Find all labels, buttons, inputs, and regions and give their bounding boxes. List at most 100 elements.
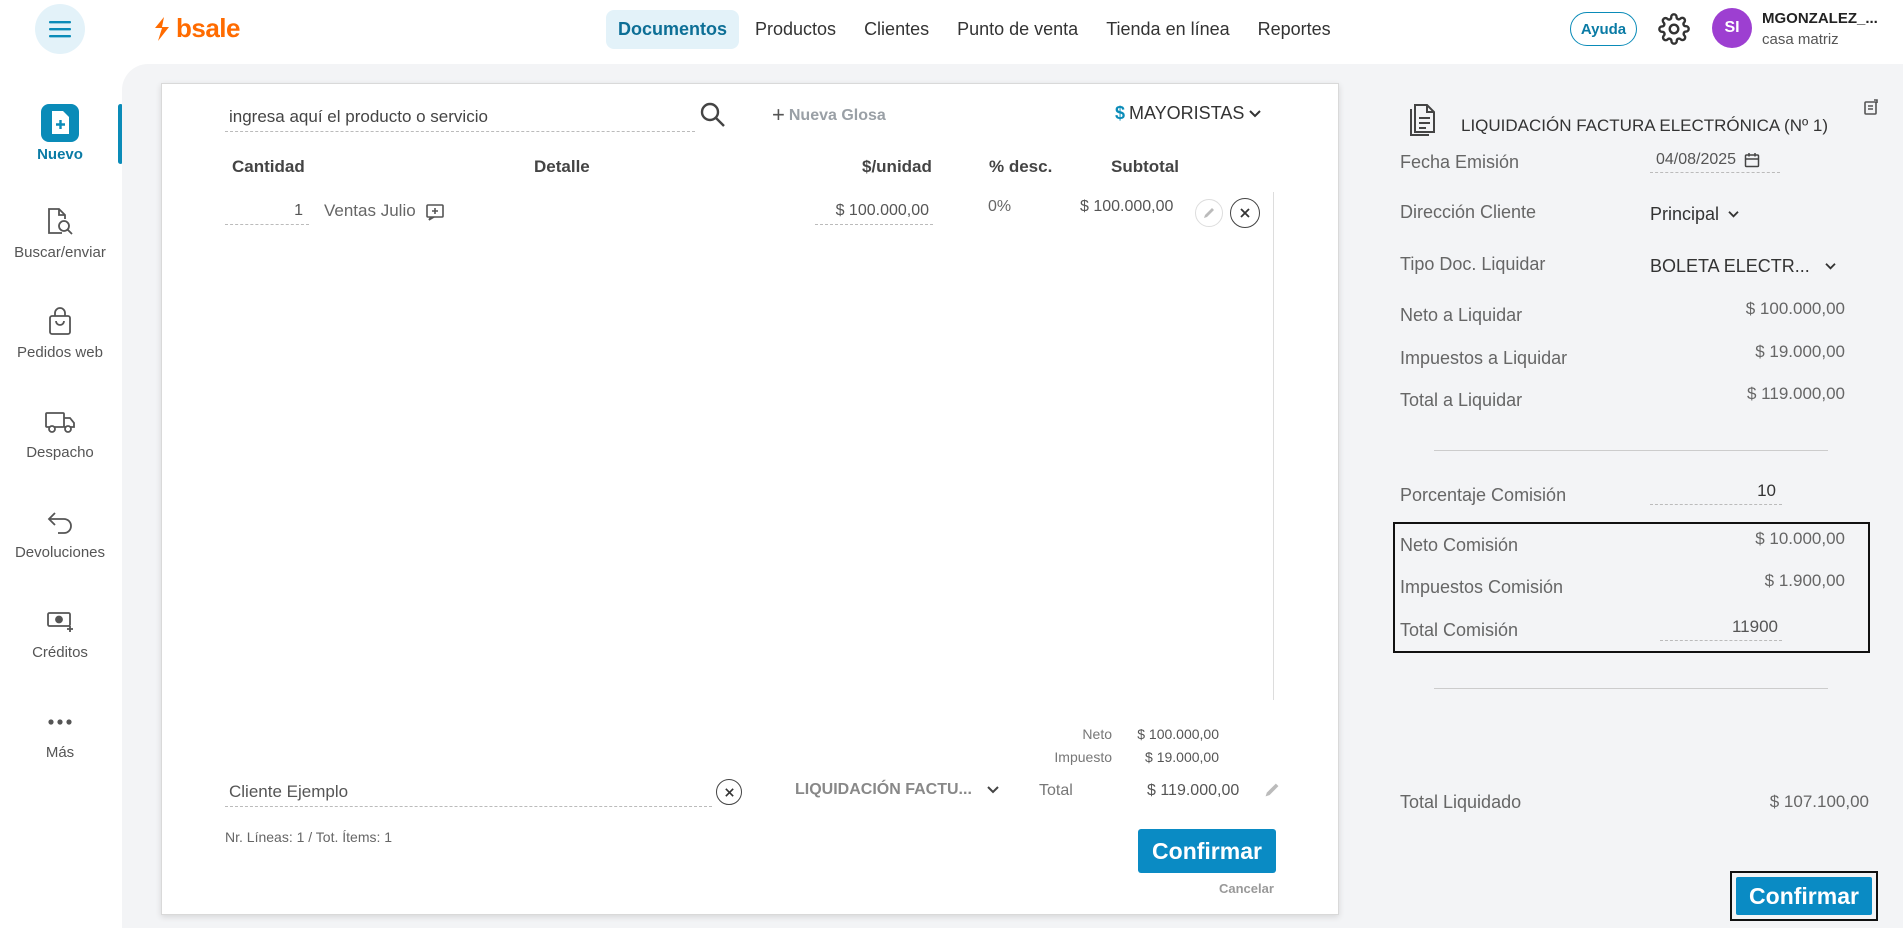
currency-symbol: $ — [1115, 103, 1126, 123]
chevron-down-icon — [1728, 211, 1739, 218]
confirm-liquidation-button[interactable]: Confirmar — [1736, 877, 1872, 915]
edit-line-button[interactable] — [1195, 199, 1223, 227]
bsale-logo-mark-icon — [155, 16, 169, 41]
help-button[interactable]: Ayuda — [1570, 12, 1637, 46]
nav-punto-de-venta[interactable]: Punto de venta — [945, 10, 1090, 49]
product-search-input[interactable] — [225, 102, 695, 132]
document-type-value: LIQUIDACIÓN FACTU... — [795, 781, 972, 798]
total-liquidated-value: $ 107.100,00 — [1769, 792, 1869, 811]
bsale-logo[interactable]: bsale — [152, 13, 241, 44]
user-name[interactable]: MGONZALEZ_... — [1762, 10, 1878, 27]
column-header-qty: Cantidad — [232, 157, 305, 176]
sidebar-item-label: Pedidos web — [17, 344, 103, 361]
net-to-liquidate-label: Neto a Liquidar — [1400, 305, 1523, 325]
new-gloss-label: Nueva Glosa — [788, 107, 886, 124]
sidebar: Nuevo Buscar/enviar Pedidos web Despacho… — [0, 58, 120, 928]
sidebar-item-label: Buscar/enviar — [14, 244, 106, 261]
sidebar-item-despacho[interactable]: Despacho — [0, 404, 120, 461]
emission-date-value: 04/08/2025 — [1656, 151, 1737, 168]
money-icon — [42, 604, 78, 640]
tax-to-liquidate-value: $ 19.000,00 — [1755, 342, 1845, 361]
chevron-down-icon — [1249, 109, 1262, 117]
hamburger-menu-button[interactable] — [35, 4, 85, 54]
divider — [1434, 688, 1828, 689]
truck-icon — [42, 404, 78, 440]
totals-net-label: Neto — [1082, 726, 1112, 742]
cancel-link[interactable]: Cancelar — [1219, 881, 1274, 896]
nav-documentos[interactable]: Documentos — [606, 10, 740, 49]
line-qty-input[interactable] — [225, 197, 309, 225]
price-list-select[interactable]: $ MAYORISTAS — [1115, 103, 1262, 124]
commission-net-value: $ 10.000,00 — [1755, 529, 1845, 548]
totals-tax-value: $ 19.000,00 — [1145, 749, 1219, 765]
more-dots-icon — [42, 704, 78, 740]
client-input[interactable] — [225, 777, 712, 807]
document-type-select[interactable]: LIQUIDACIÓN FACTU... — [795, 781, 1000, 799]
nav-tienda-en-linea[interactable]: Tienda en línea — [1094, 10, 1241, 49]
commission-tax-label: Impuestos Comisión — [1400, 577, 1564, 597]
lines-info: Nr. Líneas: 1 / Tot. Ítems: 1 — [225, 829, 393, 845]
search-document-icon — [42, 204, 78, 240]
top-bar: bsale Documentos Productos Clientes Punt… — [0, 0, 1903, 58]
sidebar-item-nuevo[interactable]: Nuevo — [0, 104, 120, 163]
sidebar-item-label: Despacho — [26, 444, 94, 461]
nav-productos[interactable]: Productos — [743, 10, 848, 49]
emission-date-field[interactable]: 04/08/2025 — [1650, 148, 1780, 173]
document-settings-icon[interactable] — [1862, 98, 1880, 116]
column-header-unit-price: $/unidad — [862, 157, 932, 176]
return-arrow-icon — [42, 504, 78, 540]
liquidation-title: LIQUIDACIÓN FACTURA ELECTRÓNICA (Nº 1) — [1461, 116, 1829, 135]
confirm-liquidation-highlight: Confirmar — [1730, 871, 1878, 921]
totals-total-label: Total — [1039, 782, 1073, 799]
totals-net-value: $ 100.000,00 — [1137, 726, 1219, 742]
column-header-subtotal: Subtotal — [1111, 157, 1179, 176]
commission-pct-label: Porcentaje Comisión — [1400, 485, 1567, 505]
line-detail[interactable]: Ventas Julio — [324, 201, 416, 221]
avatar[interactable]: SI — [1712, 8, 1752, 48]
shopping-bag-icon — [42, 304, 78, 340]
new-gloss-button[interactable]: + Nueva Glosa — [772, 102, 886, 128]
line-unit-price-input[interactable] — [815, 197, 933, 225]
new-document-icon — [41, 104, 79, 142]
delete-line-button[interactable] — [1230, 198, 1260, 228]
close-icon — [724, 787, 734, 797]
hamburger-icon — [49, 21, 71, 38]
chevron-down-icon — [987, 786, 999, 794]
pencil-icon[interactable] — [1263, 781, 1281, 799]
client-address-label: Dirección Cliente — [1400, 202, 1537, 222]
total-to-liquidate-value: $ 119.000,00 — [1747, 384, 1845, 403]
line-subtotal: $ 100.000,00 — [1080, 198, 1174, 215]
confirm-document-button[interactable]: Confirmar — [1138, 829, 1276, 873]
commission-net-label: Neto Comisión — [1400, 535, 1519, 555]
nav-clientes[interactable]: Clientes — [852, 10, 941, 49]
divider — [1434, 450, 1828, 451]
sidebar-item-label: Nuevo — [37, 146, 83, 163]
sidebar-item-buscar-enviar[interactable]: Buscar/enviar — [0, 204, 120, 261]
commission-total-label: Total Comisión — [1400, 620, 1519, 640]
liquidation-doc-type-select[interactable]: BOLETA ELECTR... — [1650, 256, 1837, 277]
add-note-icon[interactable] — [425, 202, 445, 222]
sidebar-item-mas[interactable]: Más — [0, 704, 120, 761]
nav-reportes[interactable]: Reportes — [1246, 10, 1343, 49]
column-header-discount: % desc. — [989, 157, 1053, 176]
client-address-value: Principal — [1650, 204, 1720, 224]
search-icon[interactable] — [698, 100, 728, 130]
liquidation-doc-type-label: Tipo Doc. Liquidar — [1400, 254, 1546, 274]
sidebar-item-creditos[interactable]: Créditos — [0, 604, 120, 661]
column-header-detail: Detalle — [534, 157, 590, 176]
liquidation-doc-type-value: BOLETA ELECTR... — [1650, 256, 1810, 276]
emission-date-label: Fecha Emisión — [1400, 152, 1520, 172]
totals-total-value: $ 119.000,00 — [1147, 782, 1240, 799]
line-discount[interactable]: 0% — [988, 198, 1011, 216]
sidebar-item-label: Más — [45, 744, 75, 761]
sidebar-item-pedidos-web[interactable]: Pedidos web — [0, 304, 120, 361]
client-address-select[interactable]: Principal — [1650, 204, 1740, 225]
scroll-divider — [1273, 192, 1274, 700]
net-to-liquidate-value: $ 100.000,00 — [1745, 299, 1845, 318]
commission-tax-value: $ 1.900,00 — [1764, 571, 1845, 590]
clear-client-button[interactable] — [716, 779, 742, 805]
gear-icon[interactable] — [1658, 13, 1690, 45]
commission-pct-input[interactable] — [1650, 477, 1782, 505]
sidebar-item-devoluciones[interactable]: Devoluciones — [0, 504, 120, 561]
commission-total-input[interactable] — [1660, 613, 1782, 641]
